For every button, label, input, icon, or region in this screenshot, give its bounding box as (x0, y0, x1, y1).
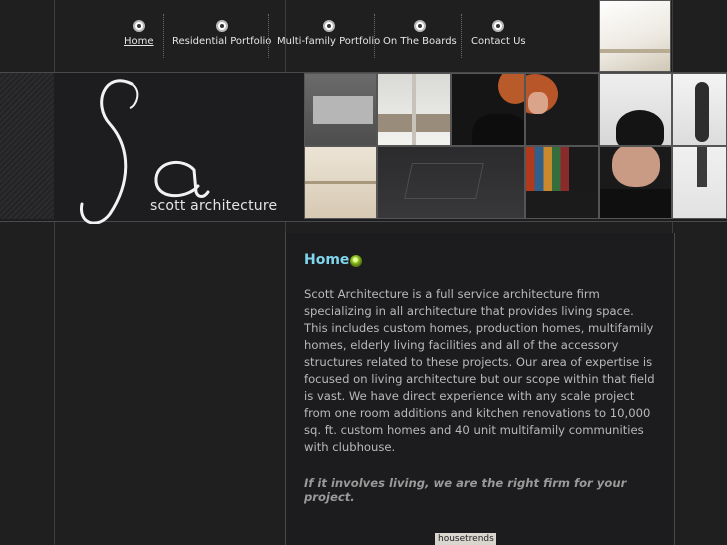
photo-tile-cabinet (304, 146, 377, 219)
nav-label: Multi-family Portfolio (277, 36, 381, 47)
nav-divider (461, 14, 462, 58)
photo-tile-shelving (377, 73, 451, 146)
nav-divider (163, 14, 164, 58)
intro-paragraph: Scott Architecture is a full service arc… (304, 287, 655, 454)
tagline: If it involves living, we are the right … (304, 476, 627, 504)
radio-dot-icon (215, 20, 228, 32)
nav-label: Home (124, 36, 154, 47)
nav-item-on-the-boards[interactable]: On The Boards (383, 20, 457, 47)
radio-dot-icon (322, 20, 335, 32)
nav-item-multi-family-portfolio[interactable]: Multi-family Portfolio (277, 20, 380, 47)
housetrends-badge[interactable]: housetrends (435, 533, 496, 545)
photo-tile-woman-face (525, 73, 599, 146)
nav-label: On The Boards (383, 36, 457, 47)
photo-tile-vase (672, 73, 727, 146)
nav-divider (374, 14, 375, 58)
radio-dot-icon (132, 20, 145, 32)
photo-tile-shelf (599, 0, 671, 72)
photo-tile-man-face (599, 146, 672, 219)
photo-tile-woman (451, 73, 525, 146)
photo-tile-man-hair (599, 73, 672, 146)
nav-label: Contact Us (471, 36, 526, 47)
nav-item-home[interactable]: Home (124, 20, 154, 47)
photo-tile-wall (672, 146, 727, 219)
photo-tile-sketch (377, 146, 525, 219)
nav-label: Residential Portfolio (172, 36, 272, 47)
logo-wordmark: scott architecture (150, 198, 278, 214)
radio-dot-icon (413, 20, 426, 32)
photo-tile-bookshelf (525, 146, 599, 219)
nav-divider (268, 14, 269, 58)
radio-dot-icon (492, 20, 505, 32)
green-bullet-icon (350, 255, 362, 267)
photo-tile-interior (304, 73, 377, 146)
hatch-pattern (0, 73, 54, 219)
page-title: Home (304, 252, 350, 268)
nav-item-residential-portfolio[interactable]: Residential Portfolio (172, 20, 271, 47)
nav-item-contact-us[interactable]: Contact Us (471, 20, 526, 47)
